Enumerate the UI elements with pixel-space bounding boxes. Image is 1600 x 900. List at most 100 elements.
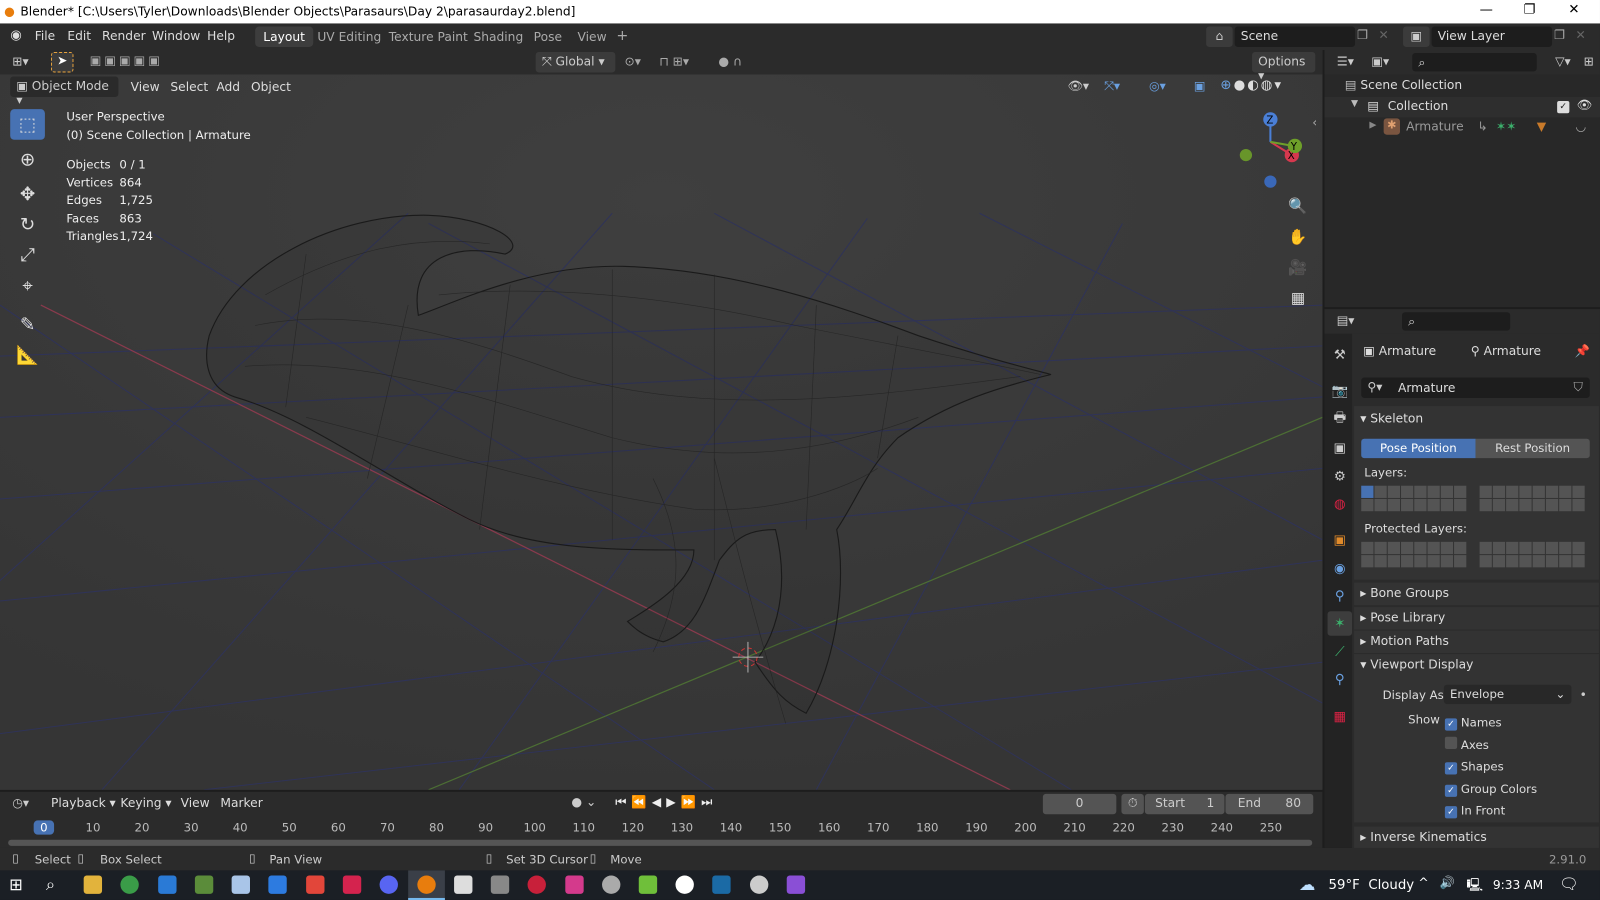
ortho-grid-icon[interactable]: ▦ [1285, 285, 1312, 312]
tab-uv-editing[interactable]: UV Editing [309, 27, 389, 47]
zoom-icon[interactable]: 🔍 [1285, 193, 1312, 220]
notifications-icon[interactable]: 🗨 [1559, 874, 1578, 892]
viewport-display-header[interactable]: ▾ Viewport Display [1360, 657, 1473, 671]
annotate-tool-icon[interactable]: ✎ [10, 309, 45, 340]
shapes-checkbox[interactable]: ✓ Shapes [1444, 756, 1537, 778]
skeleton-panel-header[interactable]: ▾ Skeleton [1360, 411, 1423, 425]
armature-datablock-icon[interactable]: ⚲▾ [1367, 380, 1382, 394]
group-colors-checkbox[interactable]: ✓ Group Colors [1444, 778, 1537, 800]
weather-temp[interactable]: 59°F [1329, 878, 1360, 893]
chrome-icon[interactable] [120, 875, 139, 894]
bone-layers-left[interactable] [1361, 485, 1467, 512]
rest-position-button[interactable]: Rest Position [1475, 438, 1590, 459]
timeline-ruler[interactable]: 0 10 20 30 40 50 60 70 80 90 100 110 120 130 140 150 160… [0, 819, 1322, 837]
bone-layers-right[interactable] [1479, 485, 1585, 512]
visual-studio-icon[interactable] [786, 875, 806, 894]
outliner-armature-row[interactable]: ▶ ✱ Armature ↳ ✶✶ ▼ ◡ [1324, 117, 1600, 137]
auto-keying-icon[interactable]: ● ⌄ [571, 795, 596, 809]
exclude-checkbox[interactable]: ✓ [1557, 101, 1570, 114]
rotate-tool-icon[interactable]: ↻ [10, 209, 45, 240]
app-icon[interactable] [454, 875, 473, 894]
app-icon[interactable] [342, 875, 362, 894]
names-checkbox[interactable]: ✓ Names [1444, 712, 1537, 734]
scene-field[interactable]: Scene [1234, 26, 1356, 47]
selection-mode-icons[interactable]: ▣▣▣▣▣ [90, 53, 163, 67]
app-icon[interactable] [565, 875, 584, 894]
close-button[interactable]: ✕ [1568, 2, 1579, 17]
xray-icon[interactable]: ▣ [1194, 79, 1206, 93]
camera-icon[interactable]: 🎥 [1285, 254, 1312, 281]
properties-editor-icon[interactable]: ▤▾ [1337, 313, 1355, 327]
minimize-button[interactable]: — [1480, 2, 1493, 17]
display-as-dropdown[interactable]: Envelope ⌄ [1443, 684, 1572, 705]
view-layer-selector-icon[interactable]: ▣ [1403, 26, 1430, 47]
world-tab-icon[interactable]: ◍ [1328, 492, 1352, 516]
new-collection-icon[interactable]: ⊞ [1584, 54, 1594, 68]
transform-tool-icon[interactable]: ⌖ [10, 270, 45, 301]
viewport-menu-select[interactable]: Select [170, 80, 208, 94]
protected-layers-left[interactable] [1361, 541, 1467, 568]
file-explorer-icon[interactable] [83, 875, 103, 894]
cursor-tool-icon[interactable]: ⊕ [10, 144, 45, 175]
in-front-checkbox[interactable]: ✓ In Front [1444, 800, 1537, 822]
viewport-menu-view[interactable]: View [131, 80, 160, 94]
transform-orientation-dropdown[interactable]: ⤧ Global ▾ [535, 52, 616, 73]
expand-arrow-icon[interactable]: ▼ [1351, 99, 1358, 109]
sidebar-toggle-icon[interactable]: ‹ [1312, 115, 1317, 129]
search-icon[interactable]: ⌕ [46, 874, 55, 894]
move-tool-icon[interactable]: ✥ [10, 179, 45, 210]
new-view-layer-icon[interactable]: ❐ [1554, 28, 1565, 42]
windows-start-icon[interactable]: ⊞ [9, 874, 23, 893]
steam-icon[interactable] [712, 875, 731, 894]
select-box-tool-icon[interactable]: ⬚ [10, 109, 45, 140]
pose-library-panel[interactable]: ▸ Pose Library [1354, 607, 1599, 630]
zoom-app-icon[interactable] [268, 875, 287, 894]
bone-groups-panel[interactable]: ▸ Bone Groups [1354, 582, 1599, 606]
playback-controls[interactable]: ⏮⏪◀▶⏩⏭ [615, 795, 717, 810]
fake-user-shield-icon[interactable]: ⛉ [1573, 380, 1582, 395]
start-frame-field[interactable]: Start 1 [1144, 793, 1225, 815]
discord-icon[interactable] [379, 875, 398, 894]
shading-mode-icons[interactable]: ⊕●◐◍▾ [1220, 78, 1283, 93]
timeline-menu-marker[interactable]: Marker [220, 796, 262, 810]
outliner-search-input[interactable]: ⌕ [1412, 53, 1537, 72]
timeline-menu-view[interactable]: View [181, 796, 210, 810]
scale-tool-icon[interactable]: ⤢ [10, 240, 45, 271]
overlays-icon[interactable]: ◎▾ [1149, 79, 1166, 93]
blender-taskbar-button[interactable] [408, 870, 445, 900]
timeline-scrollbar[interactable] [8, 839, 1313, 846]
new-scene-icon[interactable]: ❐ [1357, 28, 1368, 42]
network-icon[interactable]: 🖳 [1466, 876, 1482, 897]
menu-help[interactable]: Help [207, 29, 235, 43]
viewport-menu-add[interactable]: Add [216, 80, 240, 94]
navigation-gizmo[interactable]: Z X Y [1230, 109, 1307, 191]
app-icon[interactable] [638, 875, 658, 894]
armature-data-tab-icon[interactable]: ✶ [1327, 611, 1353, 636]
weather-cloud-icon[interactable]: ☁ [1299, 874, 1315, 893]
tray-chevron-icon[interactable]: ^ [1418, 876, 1428, 890]
tool-tab-icon[interactable]: ⚒ [1328, 343, 1352, 367]
bone-constraint-tab-icon[interactable]: ⚲ [1328, 667, 1352, 691]
hidden-eye-icon[interactable]: ◡ [1575, 119, 1586, 133]
stopwatch-icon[interactable]: ⏱ [1121, 793, 1144, 815]
volume-icon[interactable]: 🔊 [1440, 876, 1455, 890]
viewport-menu-object[interactable]: Object [251, 80, 291, 94]
axes-checkbox[interactable]: Axes [1444, 734, 1537, 756]
tab-shading[interactable]: Shading [465, 27, 531, 47]
view-layer-tab-icon[interactable]: ▣ [1328, 436, 1352, 460]
proportional-edit-icon[interactable]: ● ∩ [718, 54, 742, 68]
editor-type-icon[interactable]: ⊞▾ [12, 54, 28, 68]
pivot-point-icon[interactable]: ⊙▾ [624, 54, 640, 68]
delete-view-layer-icon[interactable]: ✕ [1575, 28, 1585, 42]
menu-window[interactable]: Window [152, 29, 200, 43]
visibility-eye-icon[interactable]: 👁 [1577, 98, 1593, 112]
app-icon[interactable] [490, 875, 510, 894]
notepad-icon[interactable] [231, 875, 250, 894]
weather-condition[interactable]: Cloudy [1368, 878, 1414, 893]
keyframe-dot[interactable]: • [1580, 688, 1587, 702]
visibility-icon[interactable]: 👁▾ [1067, 79, 1089, 93]
app-icon[interactable] [749, 875, 769, 894]
app-icon[interactable] [158, 875, 177, 894]
maximize-button[interactable]: ❐ [1523, 2, 1535, 17]
filter-icon[interactable]: ▽▾ [1555, 54, 1571, 68]
